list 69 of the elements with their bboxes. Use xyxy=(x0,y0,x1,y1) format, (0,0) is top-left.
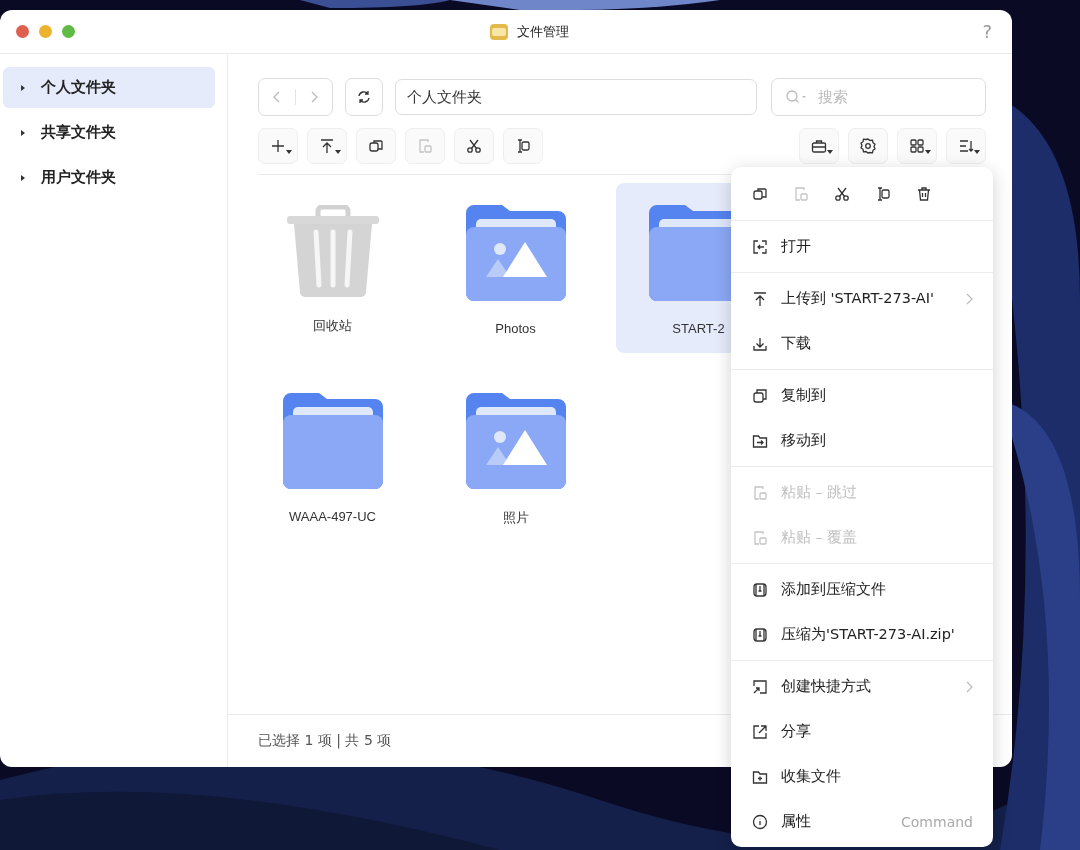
menu-item[interactable]: 添加到压缩文件 xyxy=(731,567,993,612)
file-name: WAAA-497-UC xyxy=(289,509,376,524)
caret-icon xyxy=(335,150,341,154)
shortcut-text: Command xyxy=(901,813,973,830)
sort-icon xyxy=(957,137,975,155)
copy-icon xyxy=(367,137,385,155)
info-icon xyxy=(751,812,769,831)
caret-icon xyxy=(925,150,931,154)
caret-icon xyxy=(286,150,292,154)
plus-icon xyxy=(269,137,287,155)
copy-icon xyxy=(751,386,769,405)
upload-button[interactable] xyxy=(307,128,347,164)
chevron-icon xyxy=(965,292,973,305)
copy-button[interactable] xyxy=(356,128,396,164)
sidebar-item[interactable]: 用户文件夹 xyxy=(3,157,215,198)
file-item[interactable]: 回收站 xyxy=(250,183,415,353)
paste-icon xyxy=(416,137,434,155)
caret-icon[interactable] xyxy=(19,83,27,92)
add-button[interactable] xyxy=(258,128,298,164)
scissors-icon xyxy=(465,137,483,155)
menu-item[interactable]: 移动到 xyxy=(731,418,993,463)
paste-icon xyxy=(751,528,769,547)
grid-icon xyxy=(908,137,926,155)
sidebar-item[interactable]: 共享文件夹 xyxy=(3,112,215,153)
menu-item[interactable]: 复制到 xyxy=(731,373,993,418)
file-item[interactable]: 照片 xyxy=(433,371,598,541)
trash-icon[interactable] xyxy=(915,184,933,203)
sort-button[interactable] xyxy=(946,128,986,164)
paste-icon xyxy=(751,483,769,502)
upload-icon xyxy=(318,137,336,155)
menu-item[interactable]: 属性 Command xyxy=(731,799,993,844)
search-field[interactable]: 搜索 xyxy=(771,78,986,116)
rename-button[interactable] xyxy=(503,128,543,164)
trash-icon xyxy=(285,205,380,297)
caret-icon[interactable] xyxy=(19,128,27,137)
open-icon xyxy=(751,237,769,256)
path-field[interactable]: 个人文件夹 xyxy=(395,79,757,115)
briefcase-button[interactable] xyxy=(799,128,839,164)
refresh-icon xyxy=(356,89,372,105)
shortcut-icon xyxy=(751,677,769,696)
file-name: 回收站 xyxy=(313,317,352,335)
folder-icon xyxy=(282,393,383,489)
caret-icon[interactable] xyxy=(19,173,27,182)
cut-button[interactable] xyxy=(454,128,494,164)
menu-item[interactable]: 压缩为'START-273-AI.zip' xyxy=(731,612,993,657)
file-item[interactable]: Photos xyxy=(433,183,598,353)
window-title: 文件管理 xyxy=(516,22,569,41)
close-button[interactable] xyxy=(16,25,29,38)
menu-item[interactable]: 创建快捷方式 xyxy=(731,664,993,709)
image-folder-icon xyxy=(465,393,566,489)
sidebar-item[interactable]: 个人文件夹 xyxy=(3,67,215,108)
archive-icon xyxy=(751,580,769,599)
file-name: Photos xyxy=(495,321,536,336)
grid-button[interactable] xyxy=(897,128,937,164)
app-icon xyxy=(488,21,509,42)
briefcase-icon xyxy=(810,137,828,155)
file-item[interactable]: WAAA-497-UC xyxy=(250,371,415,541)
upload-icon xyxy=(751,289,769,308)
caret-icon xyxy=(827,150,833,154)
settings-icon xyxy=(859,137,877,155)
settings-button[interactable] xyxy=(848,128,888,164)
caret-icon xyxy=(974,150,980,154)
file-name: START-2 xyxy=(672,321,725,336)
image-folder-icon xyxy=(465,205,566,301)
chevron-icon xyxy=(965,680,973,693)
file-name: 照片 xyxy=(502,509,529,527)
archive-icon xyxy=(751,625,769,644)
share-icon xyxy=(751,722,769,741)
refresh-button[interactable] xyxy=(345,78,383,116)
